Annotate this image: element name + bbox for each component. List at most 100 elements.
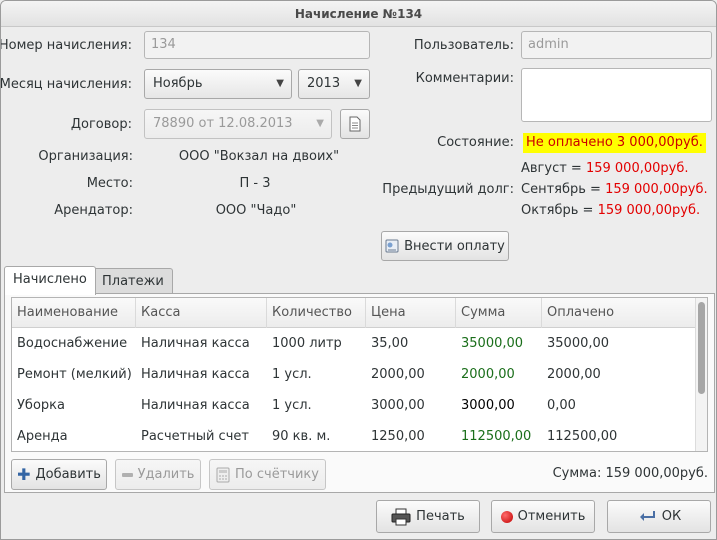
cell-cash: Наличная касса xyxy=(141,367,250,382)
cell-paid: 112500,00 xyxy=(547,429,618,444)
place-label: Место: xyxy=(86,176,133,191)
month-select[interactable]: Ноябрь ▼ xyxy=(144,69,292,99)
cell-name: Аренда xyxy=(17,429,68,444)
cell-quantity: 1 усл. xyxy=(272,398,312,413)
cell-quantity: 1 усл. xyxy=(272,367,312,382)
cell-name: Водоснабжение xyxy=(17,336,128,351)
table-row[interactable]: Уборка Наличная касса 1 усл. 3000,00 300… xyxy=(12,390,696,421)
cell-name: Уборка xyxy=(17,398,65,413)
debt-line-october: Октябрь = 159 000,00руб. xyxy=(521,203,700,218)
table-row[interactable]: Ремонт (мелкий) Наличная касса 1 усл. 20… xyxy=(12,359,696,390)
debt-amount: 159 000,00руб. xyxy=(605,182,708,197)
debt-line-september: Сентябрь = 159 000,00руб. xyxy=(521,182,708,197)
organization-label: Организация: xyxy=(38,149,133,164)
comments-textarea[interactable] xyxy=(521,68,712,122)
cancel-button-label: Отменить xyxy=(517,509,586,524)
plus-icon: ✚ xyxy=(17,464,31,484)
print-button-label: Печать xyxy=(416,509,465,524)
charge-number-label: Номер начисления: xyxy=(0,38,132,53)
scrollbar-thumb[interactable] xyxy=(698,302,705,394)
tenant-label: Арендатор: xyxy=(54,203,133,218)
tab-charged-label: Начислено xyxy=(13,272,87,287)
cancel-button[interactable]: Отменить xyxy=(491,500,595,533)
column-header-paid[interactable]: Оплачено xyxy=(542,298,696,328)
tab-payments-label: Платежи xyxy=(102,274,164,289)
cell-paid: 0,00 xyxy=(547,398,576,413)
charge-dialog: Начисление №134 Номер начисления: 134 Ме… xyxy=(0,0,717,540)
contract-document-button[interactable] xyxy=(340,109,370,139)
cell-cash: Расчетный счет xyxy=(141,429,249,444)
stop-icon xyxy=(500,510,513,523)
column-header-price[interactable]: Цена xyxy=(366,298,456,328)
user-label: Пользователь: xyxy=(413,38,514,53)
previous-debt-label: Предыдущий долг: xyxy=(382,182,514,197)
chevron-down-icon: ▼ xyxy=(354,78,362,89)
cell-sum: 3000,00 xyxy=(461,398,515,413)
print-button[interactable]: Печать xyxy=(376,500,480,533)
cell-cash: Наличная касса xyxy=(141,336,250,351)
minus-icon xyxy=(121,472,133,477)
enter-arrow-icon xyxy=(639,510,655,521)
contract-select-value: 78890 от 12.08.2013 xyxy=(153,116,293,131)
chevron-down-icon: ▼ xyxy=(316,118,324,129)
contract-label: Договор: xyxy=(70,117,132,132)
debt-month: Октябрь = xyxy=(521,203,598,218)
tab-charged[interactable]: Начислено xyxy=(4,266,96,295)
table-header: Наименование Касса Количество Цена Сумма… xyxy=(12,298,696,328)
state-badge: Не оплачено 3 000,00руб. xyxy=(523,133,706,153)
charge-number-field[interactable]: 134 xyxy=(144,31,370,59)
payment-icon xyxy=(385,239,399,253)
debt-month: Сентябрь = xyxy=(521,182,606,197)
tenant-value: ООО "Чадо" xyxy=(215,203,297,218)
charge-month-label: Месяц начисления: xyxy=(0,77,132,92)
cell-sum: 2000,00 xyxy=(461,367,515,382)
contract-select[interactable]: 78890 от 12.08.2013 ▼ xyxy=(144,109,332,139)
table-row[interactable]: Водоснабжение Наличная касса 1000 литр 3… xyxy=(12,328,696,359)
table-scrollbar[interactable] xyxy=(695,298,707,451)
table-row[interactable]: Аренда Расчетный счет 90 кв. м. 1250,00 … xyxy=(12,421,696,451)
year-select[interactable]: 2013 ▼ xyxy=(298,69,370,99)
cell-paid: 2000,00 xyxy=(547,367,601,382)
total-sum: Сумма: 159 000,00руб. xyxy=(552,466,708,481)
meter-icon xyxy=(216,467,230,482)
make-payment-label: Внести оплату xyxy=(404,238,505,254)
make-payment-button[interactable]: Внести оплату xyxy=(381,231,509,261)
debt-line-august: Август = 159 000,00руб. xyxy=(521,161,689,176)
chevron-down-icon: ▼ xyxy=(276,78,284,89)
delete-button[interactable]: Удалить xyxy=(115,459,201,490)
cell-price: 35,00 xyxy=(371,336,409,351)
cell-sum: 112500,00 xyxy=(461,429,532,444)
tab-panel-charged: Наименование Касса Количество Цена Сумма… xyxy=(4,293,715,493)
charges-table: Наименование Касса Количество Цена Сумма… xyxy=(11,297,708,452)
debt-month: Август = xyxy=(521,161,586,176)
document-icon xyxy=(349,116,361,132)
debt-amount: 159 000,00руб. xyxy=(585,161,689,176)
cell-paid: 35000,00 xyxy=(547,336,610,351)
by-meter-button-label: По счётчику xyxy=(235,467,319,482)
column-header-cash[interactable]: Касса xyxy=(136,298,267,328)
ok-button-label: ОК xyxy=(661,509,682,524)
cell-cash: Наличная касса xyxy=(141,398,250,413)
debt-amount: 159 000,00руб. xyxy=(597,203,701,218)
window-title: Начисление №134 xyxy=(1,1,716,27)
cell-quantity: 90 кв. м. xyxy=(272,429,331,444)
by-meter-button[interactable]: По счётчику xyxy=(209,459,326,490)
ok-button[interactable]: ОК xyxy=(607,500,711,533)
cell-price: 1250,00 xyxy=(371,429,425,444)
add-button[interactable]: ✚ Добавить xyxy=(11,459,107,490)
delete-button-label: Удалить xyxy=(137,467,195,482)
cell-price: 2000,00 xyxy=(371,367,425,382)
comments-label: Комментарии: xyxy=(415,71,514,86)
user-field[interactable]: admin xyxy=(521,31,712,59)
column-header-quantity[interactable]: Количество xyxy=(267,298,366,328)
month-select-value: Ноябрь xyxy=(153,76,203,91)
printer-icon xyxy=(391,508,411,525)
column-header-name[interactable]: Наименование xyxy=(12,298,136,328)
tab-payments[interactable]: Платежи xyxy=(93,268,173,295)
cell-sum: 35000,00 xyxy=(461,336,524,351)
cell-quantity: 1000 литр xyxy=(272,336,342,351)
cell-name: Ремонт (мелкий) xyxy=(17,367,132,382)
state-label: Состояние: xyxy=(437,135,514,150)
column-header-sum[interactable]: Сумма xyxy=(456,298,542,328)
year-select-value: 2013 xyxy=(307,76,341,91)
